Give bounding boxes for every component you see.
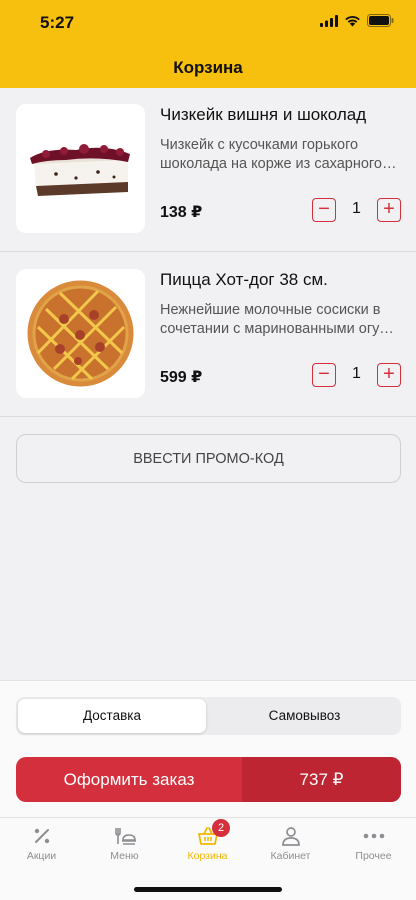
tab-promotions[interactable]: Акции	[0, 824, 83, 862]
quantity-stepper: − 1 +	[312, 363, 401, 387]
tab-label: Кабинет	[270, 850, 311, 862]
product-description: Нежнейшие молочные сосиски в сочетании с…	[160, 301, 400, 339]
checkout-panel: Доставка Самовывоз Оформить заказ 737 ₽ …	[0, 680, 416, 900]
product-image[interactable]	[16, 104, 145, 233]
quantity-value: 1	[352, 365, 361, 382]
cart-item: Чизкейк вишня и шоколад Чизкейк с кусочк…	[0, 88, 416, 252]
tab-label: Меню	[110, 850, 139, 862]
pickup-option[interactable]: Самовывоз	[210, 699, 399, 733]
tab-menu[interactable]: Меню	[83, 824, 166, 862]
quantity-value: 1	[352, 200, 361, 217]
cart-count-badge: 2	[212, 819, 230, 837]
home-indicator[interactable]	[134, 887, 282, 892]
tab-bar: Акции Меню 2 Корзина Кабинет Прочее	[0, 817, 416, 867]
tab-label: Корзина	[187, 850, 228, 862]
battery-icon	[367, 14, 394, 27]
signal-icon	[320, 14, 338, 27]
tab-account[interactable]: Кабинет	[249, 824, 332, 862]
cheesecake-image	[30, 144, 130, 196]
product-image[interactable]	[16, 269, 145, 398]
delivery-type-switch: Доставка Самовывоз	[16, 697, 401, 735]
menu-food-icon	[114, 828, 136, 845]
percent-icon	[34, 828, 49, 844]
wifi-icon	[345, 15, 360, 26]
checkout-button[interactable]: Оформить заказ 737 ₽	[16, 757, 401, 802]
user-icon	[281, 827, 300, 846]
pizza-image	[27, 280, 134, 387]
product-description: Чизкейк с кусочками горького шоколада на…	[160, 136, 400, 174]
tab-label: Прочее	[355, 850, 392, 862]
decrease-quantity-button[interactable]: −	[312, 198, 336, 222]
description-line: Нежнейшие молочные сосиски в	[160, 302, 381, 318]
delivery-option[interactable]: Доставка	[18, 699, 206, 733]
product-price: 599 ₽	[160, 369, 203, 386]
product-price: 138 ₽	[160, 204, 203, 221]
tab-label: Акции	[26, 850, 57, 862]
tab-cart[interactable]: 2 Корзина	[166, 819, 249, 862]
page-title: Корзина	[173, 58, 243, 77]
tab-more[interactable]: Прочее	[332, 824, 415, 862]
status-time: 5:27	[40, 13, 75, 32]
more-icon	[363, 833, 384, 839]
order-total: 737 ₽	[242, 757, 401, 802]
decrease-quantity-button[interactable]: −	[312, 363, 336, 387]
increase-quantity-button[interactable]: +	[377, 198, 401, 222]
status-icons	[320, 14, 394, 27]
promo-code-button[interactable]: ВВЕСТИ ПРОМО-КОД	[16, 434, 401, 483]
description-line: Чизкейк с кусочками горького	[160, 137, 359, 153]
checkout-label: Оформить заказ	[63, 770, 195, 789]
description-line: сочетании с маринованными огурцами	[160, 321, 400, 337]
cart-item: Пицца Хот-дог 38 см. Нежнейшие молочные …	[0, 253, 416, 417]
quantity-stepper: − 1 +	[312, 198, 401, 222]
increase-quantity-button[interactable]: +	[377, 363, 401, 387]
header-bar: 5:27 Корзина	[0, 0, 416, 88]
product-name[interactable]: Пицца Хот-дог 38 см.	[160, 270, 328, 290]
product-name[interactable]: Чизкейк вишня и шоколад	[160, 105, 366, 125]
description-line: шоколада на корже из сахарного печенья	[160, 156, 400, 172]
